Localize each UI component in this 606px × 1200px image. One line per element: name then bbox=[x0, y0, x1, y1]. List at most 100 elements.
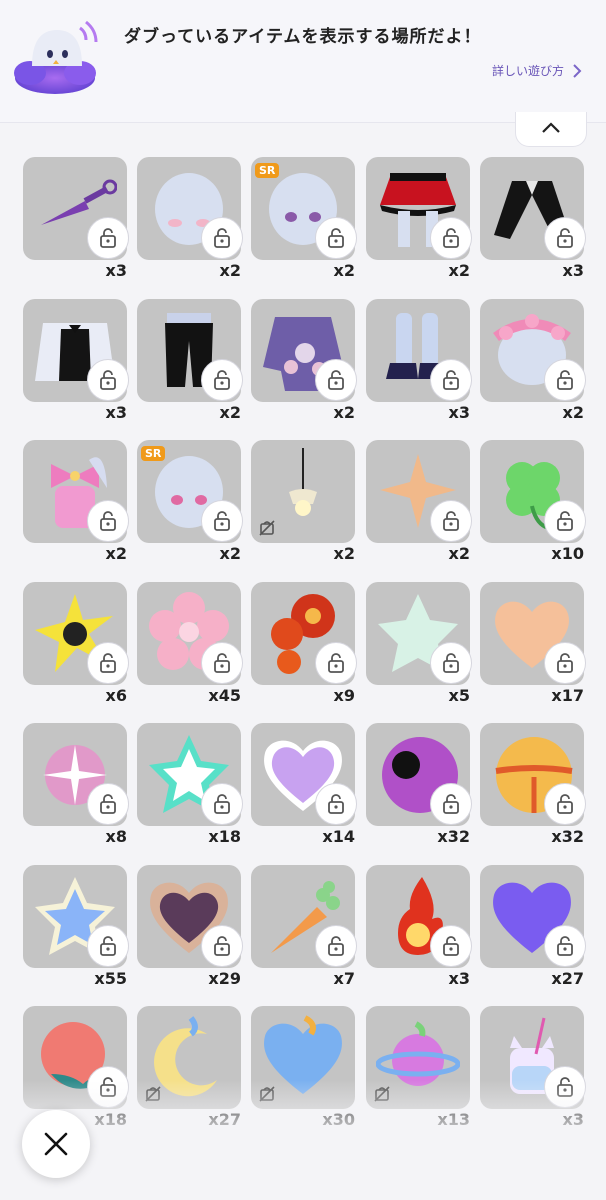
lock-button[interactable] bbox=[87, 783, 129, 825]
lock-button[interactable] bbox=[315, 642, 357, 684]
item-count: x8 bbox=[105, 827, 127, 846]
item-slot-pink-flower[interactable]: x45 bbox=[137, 582, 243, 706]
lock-button[interactable] bbox=[430, 783, 472, 825]
lock-button[interactable] bbox=[315, 217, 357, 259]
untradable-badge bbox=[372, 1084, 392, 1104]
lock-icon bbox=[100, 653, 116, 673]
item-count: x2 bbox=[333, 403, 355, 422]
item-slot-green-clover[interactable]: x10 bbox=[480, 440, 586, 564]
lock-button[interactable] bbox=[315, 783, 357, 825]
item-slot-pendant-lamp[interactable]: x2 bbox=[251, 440, 355, 564]
lock-icon bbox=[328, 794, 344, 814]
item-slot-blue-heart[interactable]: x27 bbox=[480, 865, 586, 989]
item-slot-carrot[interactable]: x7 bbox=[251, 865, 357, 989]
item-count: x2 bbox=[219, 403, 241, 422]
item-count: x6 bbox=[105, 686, 127, 705]
lock-button[interactable] bbox=[87, 642, 129, 684]
lock-button[interactable] bbox=[544, 217, 586, 259]
item-slot-cat-jar-drink[interactable]: x3 bbox=[480, 1006, 586, 1130]
lock-button[interactable] bbox=[201, 925, 243, 967]
lock-icon bbox=[557, 653, 573, 673]
item-tile[interactable] bbox=[251, 440, 355, 543]
item-slot-head-pink-eyes[interactable]: SR x2 bbox=[137, 440, 243, 564]
item-slot-crescent-moon[interactable]: x27 bbox=[137, 1006, 241, 1130]
item-slot-rainbow-heart[interactable]: x17 bbox=[480, 582, 586, 706]
lock-button[interactable] bbox=[544, 783, 586, 825]
lock-button[interactable] bbox=[430, 217, 472, 259]
lock-button[interactable] bbox=[544, 500, 586, 542]
lock-button[interactable] bbox=[544, 359, 586, 401]
lock-button[interactable] bbox=[201, 500, 243, 542]
lock-icon bbox=[100, 1077, 116, 1097]
item-slot-head-blush[interactable]: x2 bbox=[137, 157, 243, 281]
header-message: ダブっているアイテムを表示する場所だよ！ bbox=[124, 27, 482, 47]
item-slot-pastel-star[interactable]: x5 bbox=[366, 582, 472, 706]
item-slot-peach[interactable]: x18 bbox=[23, 1006, 129, 1130]
lock-button[interactable] bbox=[201, 359, 243, 401]
item-tile[interactable] bbox=[251, 1006, 355, 1109]
lock-icon bbox=[214, 228, 230, 248]
item-count: x10 bbox=[551, 544, 584, 563]
item-count: x3 bbox=[105, 403, 127, 422]
item-slot-kunai[interactable]: x3 bbox=[23, 157, 129, 281]
item-slot-flower-crown[interactable]: x2 bbox=[480, 299, 586, 423]
lock-button[interactable] bbox=[430, 500, 472, 542]
item-tile[interactable] bbox=[366, 1006, 470, 1109]
lock-icon bbox=[557, 370, 573, 390]
lock-icon bbox=[443, 653, 459, 673]
untradable-badge bbox=[143, 1084, 163, 1104]
untradable-icon bbox=[259, 520, 275, 536]
lock-button[interactable] bbox=[201, 642, 243, 684]
item-slot-black-jacket[interactable]: x3 bbox=[480, 157, 586, 281]
close-button[interactable] bbox=[22, 1110, 90, 1178]
item-slot-purple-eyeball[interactable]: x32 bbox=[366, 723, 472, 847]
untradable-badge bbox=[257, 518, 277, 538]
lock-button[interactable] bbox=[87, 500, 129, 542]
item-count: x30 bbox=[322, 1110, 355, 1129]
item-slot-head-eyes[interactable]: SR x2 bbox=[251, 157, 357, 281]
lock-button[interactable] bbox=[544, 642, 586, 684]
lock-button[interactable] bbox=[87, 925, 129, 967]
lock-button[interactable] bbox=[430, 359, 472, 401]
item-slot-holo-star[interactable]: x55 bbox=[23, 865, 129, 989]
item-slot-orange-sparkle[interactable]: x2 bbox=[366, 440, 472, 564]
item-slot-planet-heart[interactable]: x30 bbox=[251, 1006, 355, 1130]
item-slot-pink-glow[interactable]: x8 bbox=[23, 723, 129, 847]
item-count: x18 bbox=[94, 1110, 127, 1129]
item-tile[interactable] bbox=[137, 1006, 241, 1109]
lock-button[interactable] bbox=[315, 925, 357, 967]
item-slot-chocolate-heart[interactable]: x29 bbox=[137, 865, 243, 989]
item-slot-shoes-socks[interactable]: x3 bbox=[366, 299, 472, 423]
item-slot-floral-kimono[interactable]: x2 bbox=[251, 299, 357, 423]
item-slot-black-pants[interactable]: x2 bbox=[137, 299, 243, 423]
lock-button[interactable] bbox=[430, 925, 472, 967]
item-count: x2 bbox=[333, 261, 355, 280]
lock-button[interactable] bbox=[87, 1066, 129, 1108]
lock-button[interactable] bbox=[87, 217, 129, 259]
lock-button[interactable] bbox=[201, 783, 243, 825]
lock-button[interactable] bbox=[544, 925, 586, 967]
item-slot-teal-star[interactable]: x18 bbox=[137, 723, 243, 847]
lock-button[interactable] bbox=[544, 1066, 586, 1108]
item-slot-golden-bell[interactable]: x32 bbox=[480, 723, 586, 847]
item-slot-pink-bow[interactable]: x2 bbox=[23, 440, 129, 564]
item-count: x7 bbox=[333, 969, 355, 988]
item-slot-red-skirt[interactable]: x2 bbox=[366, 157, 472, 281]
item-slot-pixel-heart[interactable]: x14 bbox=[251, 723, 357, 847]
lock-button[interactable] bbox=[430, 642, 472, 684]
item-count: x2 bbox=[448, 261, 470, 280]
how-to-play-link[interactable]: 詳しい遊び方 bbox=[492, 62, 582, 79]
item-slot-butler-vest[interactable]: x3 bbox=[23, 299, 129, 423]
collapse-button[interactable] bbox=[515, 112, 587, 147]
lock-button[interactable] bbox=[87, 359, 129, 401]
item-slot-ringed-planet[interactable]: x13 bbox=[366, 1006, 470, 1130]
item-count: x2 bbox=[219, 261, 241, 280]
item-slot-red-roses[interactable]: x9 bbox=[251, 582, 357, 706]
item-slot-fireball[interactable]: x3 bbox=[366, 865, 472, 989]
item-slot-yellow-splat[interactable]: x6 bbox=[23, 582, 129, 706]
lock-icon bbox=[443, 228, 459, 248]
lock-button[interactable] bbox=[315, 359, 357, 401]
lock-button[interactable] bbox=[201, 217, 243, 259]
item-count: x3 bbox=[448, 403, 470, 422]
item-count: x5 bbox=[448, 686, 470, 705]
